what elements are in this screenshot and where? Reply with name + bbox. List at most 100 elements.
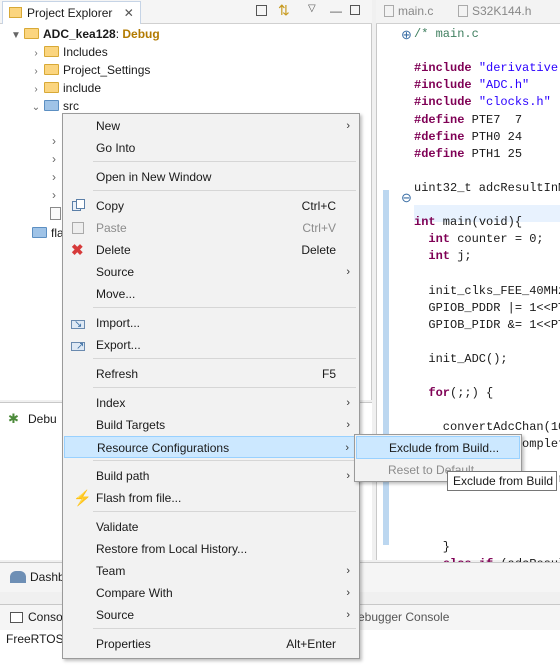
folder-icon — [44, 64, 59, 75]
tab-main-c[interactable]: main.c — [384, 4, 433, 18]
tree-item-fla[interactable]: fla — [30, 224, 64, 242]
minimize-view-icon[interactable]: — — [330, 4, 342, 18]
chevron-right-icon: › — [345, 442, 349, 454]
expand-icon[interactable]: ⊕ — [401, 27, 412, 43]
menu-item-restore-from-local-history[interactable]: Restore from Local History... — [64, 538, 358, 560]
tree-label: Includes — [63, 45, 108, 59]
minimize-icon[interactable] — [256, 5, 267, 16]
editor-tabbar: main.c S32K144.h — [376, 0, 560, 24]
menu-separator — [93, 307, 356, 308]
menu-item-label: Compare With — [96, 586, 173, 600]
menu-item-shortcut: F5 — [321, 367, 336, 381]
menu-item-label: Refresh — [96, 367, 139, 381]
maximize-view-icon[interactable] — [350, 5, 360, 15]
chevron-right-icon[interactable]: › — [52, 170, 56, 184]
menu-separator — [93, 628, 356, 629]
chevron-down-icon[interactable]: ▼ — [10, 27, 22, 45]
menu-item-open-in-new-window[interactable]: Open in New Window — [64, 166, 358, 188]
debug-icon: ✱ — [8, 411, 19, 426]
menu-separator — [93, 190, 356, 191]
menu-item-copy[interactable]: Copy Ctrl+C — [64, 195, 358, 217]
code-line: #include "derivative. — [414, 61, 560, 76]
tree-item-project[interactable]: ▼ ADC_kea128: Debug — [10, 25, 160, 43]
menu-item-label: Resource Configurations — [97, 441, 230, 455]
menu-item-label: Copy — [96, 199, 125, 213]
folder-icon — [44, 46, 59, 57]
delete-icon: ✖ — [71, 242, 84, 259]
code-line: int main(void){ — [414, 215, 523, 230]
chevron-right-icon: › — [346, 609, 350, 621]
menu-item-source[interactable]: Source › — [64, 604, 358, 626]
import-icon: ↘ — [70, 316, 86, 330]
file-icon — [50, 207, 61, 220]
tree-item-include[interactable]: › include — [30, 79, 101, 97]
menu-item-new[interactable]: New › — [64, 115, 358, 137]
collapse-icon[interactable]: ⊖ — [401, 190, 412, 206]
menu-item-resource-configurations[interactable]: Resource Configurations › — [64, 436, 358, 458]
chevron-down-icon[interactable]: ⌄ — [30, 99, 42, 117]
tab-dashboard[interactable]: Dashb — [30, 570, 65, 584]
menu-item-exclude-from-build[interactable]: Exclude from Build... — [356, 436, 520, 459]
menu-item-import[interactable]: ↘ Import... — [64, 312, 358, 334]
folder-icon — [32, 227, 47, 238]
menu-item-refresh[interactable]: Refresh F5 — [64, 363, 358, 385]
menu-item-paste: Paste Ctrl+V — [64, 217, 358, 239]
folder-icon — [44, 82, 59, 93]
menu-item-properties[interactable]: Properties Alt+Enter — [64, 633, 358, 655]
menu-item-build-path[interactable]: Build path › — [64, 465, 358, 487]
tab-console[interactable]: Conso — [28, 610, 63, 624]
menu-item-index[interactable]: Index › — [64, 392, 358, 414]
menu-item-label: Restore from Local History... — [96, 542, 248, 556]
menu-item-team[interactable]: Team › — [64, 560, 358, 582]
menu-separator — [93, 161, 356, 162]
menu-item-go-into[interactable]: Go Into — [64, 137, 358, 159]
menu-item-export[interactable]: ↗ Export... — [64, 334, 358, 356]
code-line: #define PTH0 24 — [414, 129, 523, 144]
code-line: int counter = 0; — [428, 232, 544, 247]
link-with-editor-icon[interactable]: ⇅ — [278, 2, 290, 19]
code-line: #include "ADC.h" — [414, 78, 530, 93]
menu-item-label: Validate — [96, 520, 139, 534]
h-file-icon — [458, 5, 468, 17]
c-file-icon — [384, 5, 394, 17]
project-name: ADC_kea128 — [43, 27, 116, 41]
menu-item-compare-with[interactable]: Compare With › — [64, 582, 358, 604]
tree-item-project-settings[interactable]: › Project_Settings — [30, 61, 150, 79]
menu-separator — [93, 460, 356, 461]
chevron-right-icon[interactable]: › — [52, 134, 56, 148]
tab-s32k144-h[interactable]: S32K144.h — [458, 4, 531, 18]
menu-item-label: Export... — [96, 338, 141, 352]
menu-item-move[interactable]: Move... — [64, 283, 358, 305]
menu-item-shortcut: Delete — [301, 243, 336, 257]
menu-item-label: New — [96, 119, 121, 133]
tab-project-explorer[interactable]: Project Explorer ✕ — [2, 1, 141, 24]
menu-item-validate[interactable]: Validate — [64, 516, 358, 538]
project-folder-icon — [24, 28, 39, 39]
code-line: int j; — [428, 249, 472, 264]
menu-item-label: Flash from file... — [96, 491, 182, 505]
tab-debugger-console[interactable]: ebugger Console — [358, 610, 449, 624]
menu-item-source[interactable]: Source › — [64, 261, 358, 283]
menu-item-label: Import... — [96, 316, 141, 330]
tab-debug[interactable]: Debu — [28, 412, 57, 426]
chevron-right-icon[interactable]: › — [52, 152, 56, 166]
chevron-right-icon: › — [346, 470, 350, 482]
view-menu-icon[interactable]: ▽ — [308, 3, 316, 14]
menu-item-flash-from-file[interactable]: ⚡ Flash from file... — [64, 487, 358, 509]
menu-item-label: Go Into — [96, 141, 136, 155]
chevron-right-icon: › — [346, 266, 350, 278]
menu-item-label: Paste — [96, 221, 127, 235]
change-ruler — [383, 190, 389, 545]
menu-item-build-targets[interactable]: Build Targets › — [64, 414, 358, 436]
tree-item-includes[interactable]: › Includes — [30, 43, 108, 61]
chevron-right-icon[interactable]: › — [52, 188, 56, 202]
project-explorer-icon — [9, 7, 22, 18]
tab-label: Project Explorer — [27, 6, 113, 20]
menu-item-label: Open in New Window — [96, 170, 212, 184]
close-icon[interactable]: ✕ — [124, 6, 134, 20]
menu-item-delete[interactable]: ✖ Delete Delete — [64, 239, 358, 261]
dashboard-icon — [10, 571, 26, 583]
menu-item-shortcut: Ctrl+V — [302, 221, 336, 235]
menu-item-label: Build Targets — [96, 418, 166, 432]
project-config: Debug — [122, 27, 160, 41]
